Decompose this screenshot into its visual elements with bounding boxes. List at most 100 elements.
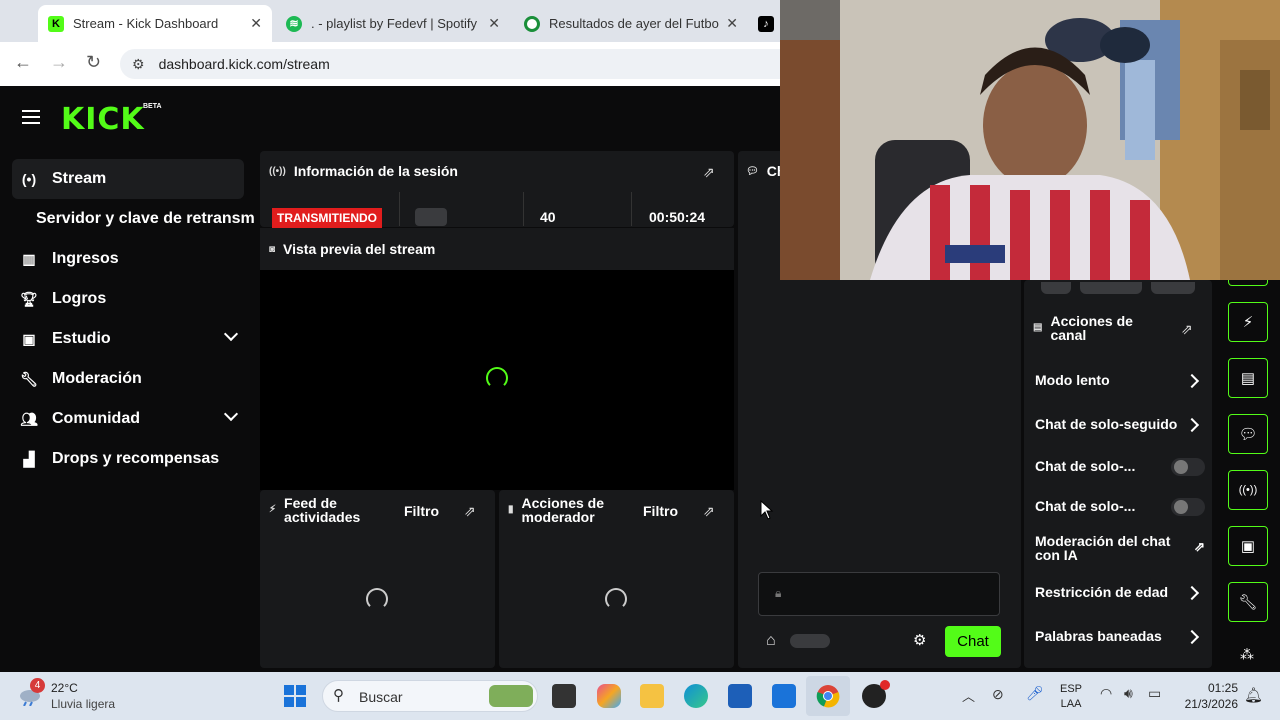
action-label: Restricción de edad [1035, 584, 1169, 600]
close-icon[interactable]: ✕ [250, 15, 262, 32]
broadcast-icon: ((•)) [269, 165, 286, 177]
kick-favicon-icon: K [48, 15, 64, 32]
external-link-icon: ⇗ [1194, 539, 1205, 554]
sidebar-item-stream[interactable]: (•) Stream [12, 159, 244, 199]
task-view-icon[interactable] [552, 684, 576, 708]
store-icon[interactable]: ⌂ [766, 632, 776, 650]
kick-logo[interactable]: KICK [61, 102, 145, 137]
activity-feed-header: ⚡︎ Feed de actividades [269, 496, 369, 524]
chat-input[interactable]: 🔒︎ [758, 572, 1000, 616]
taskbar-search-input[interactable]: ⚲ Buscar [322, 680, 538, 712]
stream-duration: 00:50:24 [649, 209, 706, 225]
back-icon[interactable]: ← [14, 52, 32, 73]
search-icon: ⚲ [333, 687, 344, 704]
nodes-icon[interactable]: ⁂ [1240, 646, 1254, 663]
sidebar-item-servidor[interactable]: Servidor y clave de retransm [36, 199, 258, 239]
reload-icon[interactable]: ↻ [86, 52, 101, 73]
action-modo-lento[interactable]: Modo lento [1035, 372, 1205, 389]
loading-spinner [486, 367, 508, 389]
sidebar-item-ingresos[interactable]: ▥ Ingresos [12, 239, 244, 279]
edge-icon[interactable] [684, 684, 708, 708]
obs-icon[interactable] [862, 680, 890, 708]
lang-line2: LAA [1060, 698, 1082, 710]
network-off-icon[interactable]: ⊘ [992, 686, 1004, 703]
site-settings-icon[interactable]: ⚙ [132, 56, 145, 73]
menu-icon[interactable] [22, 110, 40, 124]
volume-icon[interactable]: 🔊︎ [1124, 685, 1133, 702]
channel-actions-title: Acciones de canal [1050, 313, 1133, 343]
copilot-icon[interactable] [597, 684, 621, 708]
language-indicator[interactable]: ESP LAA [1060, 682, 1082, 712]
action-label: Chat de solo-seguido [1035, 416, 1178, 432]
tab-title: . - playlist by Fedevf | Spotify [311, 16, 477, 31]
close-icon[interactable]: ✕ [488, 15, 500, 32]
chrome-taskbar-active[interactable] [806, 676, 850, 716]
popout-icon[interactable]: ⇗ [1181, 321, 1195, 337]
action-label: Chat de solo-... [1035, 498, 1136, 514]
popout-icon[interactable]: ⇗ [703, 164, 717, 180]
file-explorer-icon[interactable] [640, 684, 664, 708]
stat-placeholder [415, 208, 447, 226]
windows-start-icon[interactable] [283, 684, 307, 708]
wrench-icon[interactable]: 🔧︎ [1228, 582, 1268, 622]
mod-filter-button[interactable]: Filtro [643, 503, 678, 519]
toggle-switch[interactable] [1171, 498, 1205, 516]
notification-bell-icon[interactable]: 🔔︎ [1244, 686, 1263, 704]
divider [523, 192, 524, 226]
action-solo-toggle-1[interactable]: Chat de solo-... [1035, 458, 1205, 476]
windows-taskbar: 4 22°C Lluvia ligera ⚲ Buscar ︿ ⊘ 🎤︎ ESP… [0, 672, 1280, 720]
chevron-up-icon[interactable]: ︿ [962, 686, 975, 705]
viewer-count: 40 [540, 209, 556, 225]
tab-resultados[interactable]: Resultados de ayer del Futbol A ✕ [514, 5, 748, 42]
sidebar-item-drops[interactable]: ▟ Drops y recompensas [12, 439, 244, 479]
action-solo-toggle-2[interactable]: Chat de solo-... [1035, 498, 1205, 516]
clock[interactable]: 01:25 21/3/2026 [1178, 680, 1238, 712]
action-label: Moderación del chat con IA [1035, 533, 1171, 563]
mail-icon[interactable] [772, 684, 796, 708]
shield-icon: ▮ [508, 504, 514, 515]
battery-icon[interactable]: ▭ [1148, 685, 1161, 702]
tab-tiktok[interactable]: ♪ [754, 5, 780, 42]
browser-tab-bar: K Stream - Kick Dashboard ✕ ≋ . - playli… [0, 0, 780, 42]
broadcast-icon[interactable]: ((•)) [1228, 470, 1268, 510]
sidebar-item-estudio[interactable]: ▣ Estudio [12, 319, 244, 359]
tab-kick-dashboard[interactable]: K Stream - Kick Dashboard ✕ [38, 5, 272, 42]
tab-spotify[interactable]: ≋ . - playlist by Fedevf | Spotify ✕ [276, 5, 510, 42]
close-icon[interactable]: ✕ [726, 15, 738, 32]
action-label: Palabras baneadas [1035, 628, 1162, 644]
action-restriccion-edad[interactable]: Restricción de edad [1035, 584, 1205, 601]
sidebar-item-comunidad[interactable]: 👥︎ Comunidad [12, 399, 244, 439]
wifi-icon[interactable]: ◠ [1100, 685, 1112, 702]
clock-time: 01:25 [1207, 681, 1238, 695]
bolt-icon[interactable]: ⚡︎ [1228, 302, 1268, 342]
forward-icon[interactable]: → [50, 52, 68, 73]
document-icon[interactable]: ▤ [1228, 358, 1268, 398]
stream-icon: (•) [21, 171, 37, 187]
session-info-header: ((•)) Información de la sesión [269, 163, 458, 179]
action-moderacion-ia[interactable]: Moderación del chat con IA ⇗ [1035, 534, 1205, 562]
action-solo-seguidores[interactable]: Chat de solo-seguido [1035, 416, 1205, 433]
chrome-icon [816, 685, 840, 708]
url-input[interactable]: ⚙ dashboard.kick.com/stream [120, 49, 780, 79]
webcam-overlay [780, 0, 1280, 280]
weather-desc: Lluvia ligera [51, 697, 116, 711]
sidebar-item-moderacion[interactable]: 🔧︎ Moderación [12, 359, 244, 399]
chevron-down-icon[interactable] [223, 406, 239, 422]
sidebar-item-label: Moderación [52, 370, 142, 387]
bolt-icon: ⚡︎ [269, 504, 277, 515]
chat-send-button[interactable]: Chat [945, 626, 1001, 657]
toggle-switch[interactable] [1171, 458, 1205, 476]
chart-icon: ▥ [22, 250, 36, 267]
store-icon[interactable] [728, 684, 752, 708]
recording-dot [880, 680, 890, 690]
activity-filter-button[interactable]: Filtro [404, 503, 439, 519]
popout-icon[interactable]: ⇗ [464, 503, 478, 519]
action-palabras-baneadas[interactable]: Palabras baneadas [1035, 628, 1205, 645]
channel-icon[interactable]: ▣ [1228, 526, 1268, 566]
popout-icon[interactable]: ⇗ [703, 503, 717, 519]
gear-icon[interactable]: ⚙ [913, 631, 926, 649]
sidebar-item-logros[interactable]: 🏆︎ Logros [12, 279, 244, 319]
chat-bubble-icon[interactable]: 💬︎ [1228, 414, 1268, 454]
chevron-down-icon[interactable] [223, 326, 239, 342]
microphone-icon[interactable]: 🎤︎ [1026, 685, 1044, 702]
